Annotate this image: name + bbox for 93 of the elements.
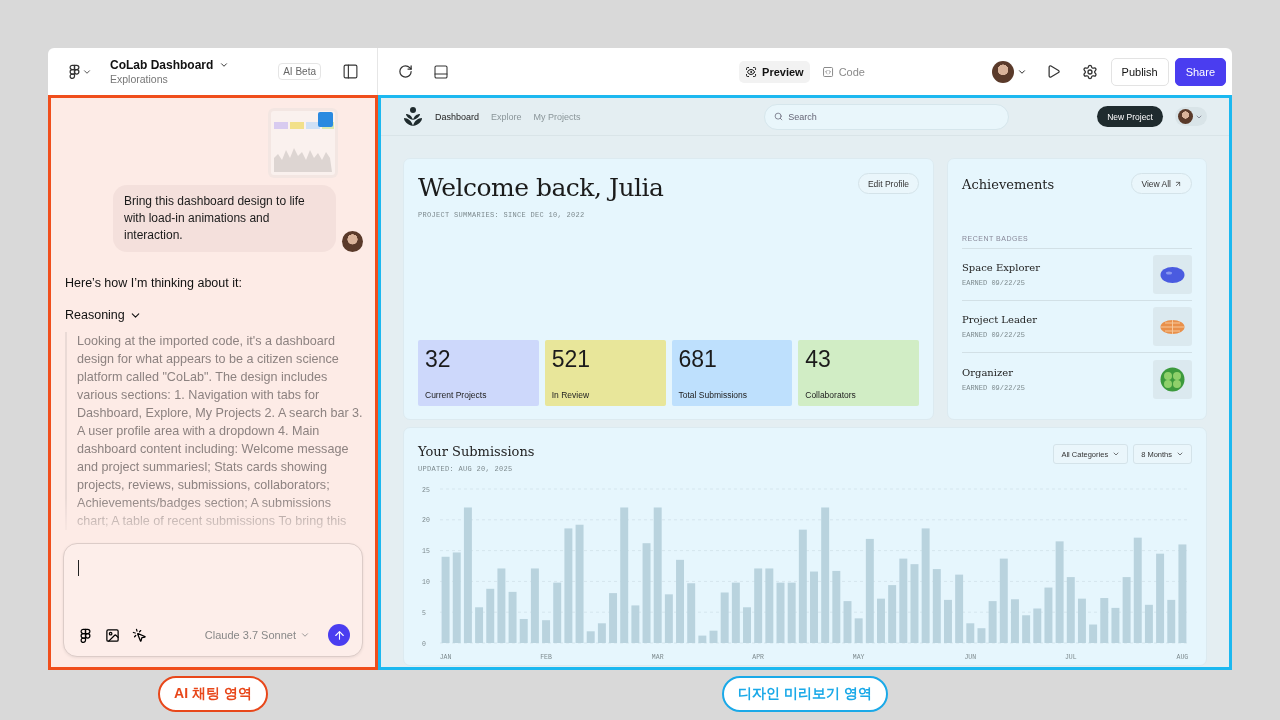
share-button[interactable]: Share bbox=[1174, 57, 1226, 86]
arrow-up-right-icon bbox=[1174, 179, 1182, 188]
stat-label: Total Submissions bbox=[678, 390, 748, 400]
chart-bar bbox=[1077, 598, 1086, 643]
chart-bar bbox=[810, 571, 818, 643]
area-label: 디자인 미리보기 영역 bbox=[722, 676, 888, 712]
chart-bar bbox=[776, 582, 785, 643]
chart-bar bbox=[877, 598, 885, 643]
stat-value: 681 bbox=[678, 346, 718, 373]
avatar bbox=[991, 60, 1014, 83]
view-tab[interactable]: Code bbox=[815, 60, 871, 83]
chart-bar bbox=[720, 592, 729, 643]
user-avatar bbox=[342, 231, 363, 252]
chart-bar bbox=[944, 599, 952, 643]
stat-value: 43 bbox=[805, 346, 832, 373]
reasoning-text: Looking at the imported code, it's a dashboard design for what appears to be a citizen science platform called "CoLab". The design includes various sections: 1. Navigation with tabs for Dashboard, Explore, My Projects 2. A search bar 3. A user profile area with a dropdown 4. Main dashboard content including: Welcome message and project summariesl; Stats cards showing projects, reviews, submissions, collaborators; Achievements/badges section; A submissions chart; A table of recent submissions To bring this bbox=[65, 332, 363, 530]
chart-bar bbox=[731, 582, 740, 643]
beta-badge: AI Beta bbox=[278, 63, 321, 80]
chart-bar bbox=[1100, 598, 1109, 643]
chart-bar bbox=[977, 628, 986, 643]
chart-bar bbox=[586, 631, 595, 643]
stat-label: Collaborators bbox=[805, 390, 857, 400]
avatar-menu[interactable] bbox=[991, 60, 1027, 83]
chart-bar bbox=[988, 601, 997, 643]
search-icon bbox=[774, 112, 784, 121]
badge-name: Project Leader bbox=[962, 314, 1037, 325]
chart-bar bbox=[1066, 577, 1075, 643]
chart-bar bbox=[1167, 599, 1176, 643]
edit-profile-button[interactable]: Edit Profile bbox=[857, 173, 919, 194]
chart-bar bbox=[1089, 624, 1098, 643]
badge-name: Organizer bbox=[962, 366, 1014, 378]
profile-menu[interactable] bbox=[1175, 107, 1207, 126]
chart-bar bbox=[508, 591, 517, 643]
chart-bar bbox=[1122, 577, 1131, 643]
search-field[interactable]: Search bbox=[764, 103, 1010, 130]
chart-bar bbox=[1044, 587, 1053, 643]
new-project-button[interactable]: New Project bbox=[1097, 106, 1163, 127]
project-subtitle: Explorations bbox=[110, 73, 169, 85]
nav-link[interactable]: Dashboard bbox=[435, 111, 480, 122]
stat-value: 521 bbox=[551, 346, 592, 373]
chart-bar bbox=[597, 623, 606, 643]
chart-bar bbox=[698, 635, 707, 643]
card-title: Your Submissions bbox=[418, 444, 535, 459]
chart-bar bbox=[1111, 607, 1120, 643]
arrow-up-icon bbox=[332, 628, 346, 642]
chart-bar bbox=[955, 574, 964, 643]
chart-bar bbox=[664, 594, 673, 643]
publish-button[interactable]: Publish bbox=[1110, 57, 1169, 86]
chevron-down-icon bbox=[1112, 450, 1121, 458]
chart-bar bbox=[1033, 608, 1042, 643]
chart-bar bbox=[519, 619, 528, 643]
chevron-down-icon bbox=[219, 60, 230, 70]
send-button[interactable] bbox=[328, 624, 350, 646]
chart-bar bbox=[787, 582, 796, 643]
stat-value: 32 bbox=[425, 346, 452, 373]
card-title: Achievements bbox=[962, 177, 1055, 192]
sprout-logo-icon bbox=[403, 105, 423, 128]
chart-bar bbox=[553, 582, 562, 643]
chart-bar bbox=[709, 630, 718, 643]
chart-bar bbox=[1144, 604, 1153, 643]
chevron-down-icon bbox=[300, 630, 310, 640]
assistant-message: Here’s how I’m thinking about it: bbox=[65, 276, 243, 290]
search-placeholder: Search bbox=[788, 111, 817, 122]
code-icon bbox=[821, 65, 834, 78]
chart-bar bbox=[1010, 599, 1019, 643]
chart-bar bbox=[687, 583, 696, 643]
chart-bar bbox=[609, 593, 618, 643]
chart-bar bbox=[475, 607, 484, 643]
chart-bar bbox=[542, 620, 551, 643]
chart-bar bbox=[1022, 615, 1031, 643]
reasoning-toggle[interactable]: Reasoning bbox=[65, 308, 142, 322]
planet-badge-icon bbox=[1160, 267, 1185, 283]
badge-name: Space Explorer bbox=[962, 262, 1040, 273]
view-all-button[interactable]: View All bbox=[1131, 173, 1192, 194]
leaf-badge-icon bbox=[1160, 367, 1185, 391]
avatar bbox=[1178, 109, 1193, 124]
stat-label: In Review bbox=[551, 390, 591, 400]
chart-bar bbox=[966, 623, 975, 643]
chart-bar bbox=[888, 585, 897, 643]
view-tab[interactable]: Preview bbox=[739, 60, 810, 83]
area-label: AI 채팅 영역 bbox=[158, 676, 268, 712]
chart-bar bbox=[743, 607, 751, 643]
user-message: Bring this dashboard design to life with load-in animations and interaction. bbox=[113, 185, 336, 252]
chart-bar bbox=[854, 618, 863, 643]
chart-bar bbox=[631, 605, 640, 643]
globe-badge-icon bbox=[1160, 319, 1185, 335]
chevron-down-icon bbox=[1176, 450, 1184, 458]
welcome-heading: Welcome back, Julia bbox=[418, 173, 664, 202]
stat-label: Current Projects bbox=[425, 390, 488, 400]
chart-bar bbox=[843, 601, 852, 643]
eye-icon bbox=[745, 65, 758, 78]
project-title[interactable]: CoLab Dashboard bbox=[110, 58, 273, 72]
chart-bar bbox=[486, 588, 495, 643]
